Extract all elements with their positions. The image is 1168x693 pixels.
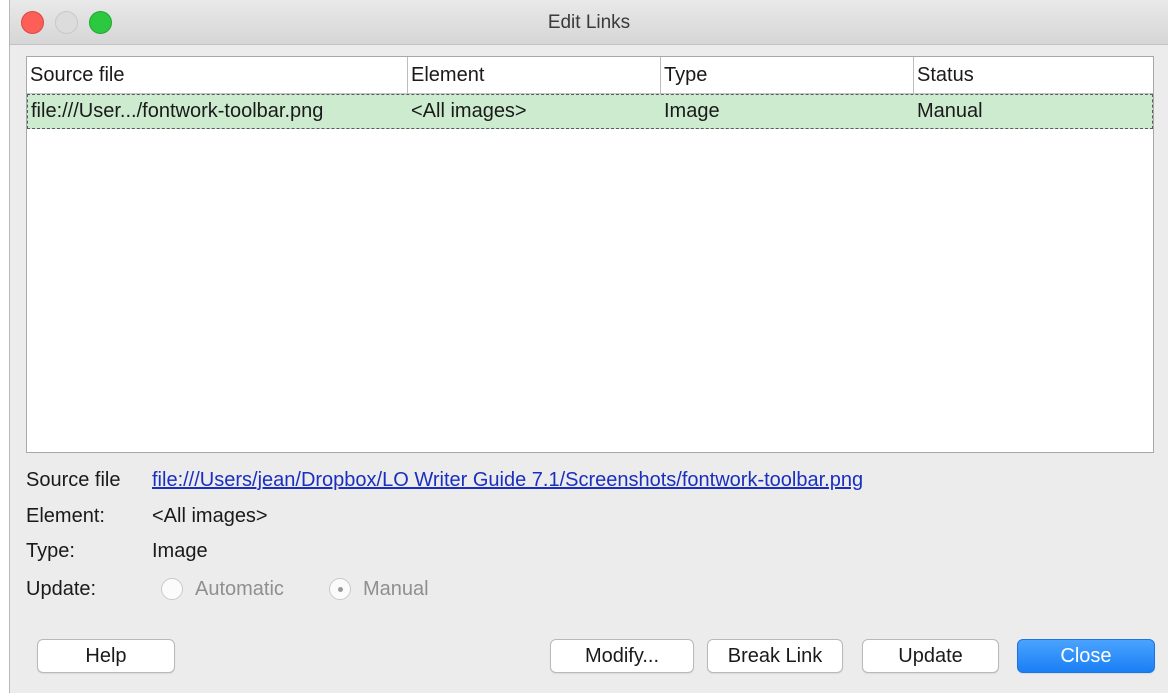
radio-automatic-label: Automatic <box>195 577 284 600</box>
column-header-source-file[interactable]: Source file <box>27 57 407 94</box>
radio-manual-label: Manual <box>363 577 429 600</box>
column-header-element[interactable]: Element <box>407 57 660 94</box>
source-file-link[interactable]: file:///Users/jean/Dropbox/LO Writer Gui… <box>152 469 863 492</box>
type-value: Image <box>152 540 208 562</box>
element-value: <All images> <box>152 505 268 527</box>
update-label: Update: <box>26 578 97 600</box>
links-list[interactable]: Source file Element Type Status file:///… <box>26 56 1154 453</box>
radio-automatic-icon[interactable] <box>161 578 183 600</box>
close-button[interactable]: Close <box>1017 639 1155 673</box>
radio-automatic[interactable]: Automatic <box>161 576 284 602</box>
update-button[interactable]: Update <box>862 639 999 673</box>
type-label: Type: <box>26 540 75 562</box>
table-row[interactable]: file:///User.../fontwork-toolbar.png <Al… <box>27 94 1153 129</box>
column-header-status[interactable]: Status <box>913 57 1153 94</box>
help-button[interactable]: Help <box>37 639 175 673</box>
cell-type: Image <box>664 100 720 122</box>
radio-manual[interactable]: Manual <box>329 576 429 602</box>
radio-manual-icon[interactable] <box>329 578 351 600</box>
element-label: Element: <box>26 505 105 527</box>
window-title: Edit Links <box>547 12 631 33</box>
column-header-type[interactable]: Type <box>660 57 913 94</box>
cell-status: Manual <box>917 100 983 122</box>
edit-links-dialog: Edit Links Source file Element Type Stat… <box>9 0 1168 693</box>
modify-button[interactable]: Modify... <box>550 639 694 673</box>
cell-element: <All images> <box>411 100 527 122</box>
list-header: Source file Element Type Status <box>27 57 1153 94</box>
source-file-label: Source file <box>26 469 121 491</box>
cell-source-file: file:///User.../fontwork-toolbar.png <box>31 100 324 122</box>
title-bar: Edit Links <box>10 0 1168 45</box>
break-link-button[interactable]: Break Link <box>707 639 843 673</box>
